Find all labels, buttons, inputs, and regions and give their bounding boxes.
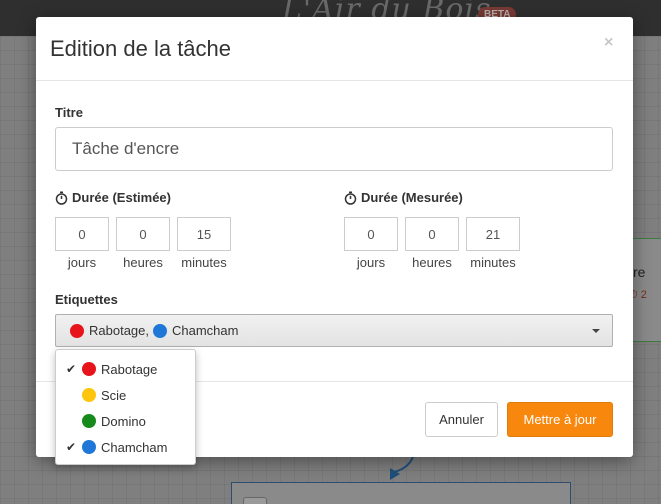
measured-days-input[interactable] <box>344 217 398 251</box>
background-card-title: re <box>633 264 646 280</box>
measured-duration-text: Durée (Mesurée) <box>361 190 463 205</box>
close-button[interactable]: × <box>604 34 613 52</box>
measured-hours-unit: heures <box>412 255 452 270</box>
title-label: Titre <box>55 105 83 120</box>
stopwatch-icon <box>344 191 357 205</box>
measured-duration-label: Durée (Mesurée) <box>344 190 463 205</box>
estimated-minutes-unit: minutes <box>181 255 227 270</box>
title-input[interactable] <box>55 127 613 171</box>
tag-option-chamcham[interactable]: ✔ Chamcham <box>56 434 195 460</box>
tag-color-dot <box>82 362 96 376</box>
selected-tag-label: Rabotage, <box>89 323 149 338</box>
tag-color-dot <box>82 440 96 454</box>
measured-minutes-unit: minutes <box>470 255 516 270</box>
tag-color-dot <box>153 323 167 338</box>
tag-option-scie[interactable]: Scie <box>56 382 195 408</box>
tag-option-label: Rabotage <box>101 361 158 377</box>
tag-option-label: Domino <box>101 413 146 429</box>
estimated-days-input[interactable] <box>55 217 109 251</box>
estimated-days-unit: jours <box>67 255 97 270</box>
check-icon: ✔ <box>66 362 77 376</box>
check-icon: ✔ <box>66 440 77 454</box>
tag-option-label: Chamcham <box>101 439 168 455</box>
estimated-duration-label: Durée (Estimée) <box>55 190 171 205</box>
measured-minutes-input[interactable] <box>466 217 520 251</box>
tag-option-domino[interactable]: Domino <box>56 408 195 434</box>
selected-tag: Rabotage, <box>70 323 149 338</box>
measured-days-unit: jours <box>356 255 386 270</box>
measured-hours-input[interactable] <box>405 217 459 251</box>
stopwatch-icon <box>55 191 68 205</box>
tag-color-dot <box>82 414 96 428</box>
estimated-duration-text: Durée (Estimée) <box>72 190 171 205</box>
modal-title: Edition de la tâche <box>50 36 232 61</box>
selected-tag-label: Chamcham <box>172 323 239 338</box>
update-button[interactable]: Mettre à jour <box>507 402 613 437</box>
tag-option-label: Scie <box>101 387 127 403</box>
background-task-card-bottom <box>231 482 571 504</box>
tag-color-dot <box>82 388 96 402</box>
modal-header: Edition de la tâche × <box>36 17 633 81</box>
cancel-button[interactable]: Annuler <box>425 402 498 437</box>
tags-dropdown: ✔ Rabotage Scie Domino ✔ Chamcham <box>55 349 196 465</box>
chevron-down-icon <box>592 329 600 333</box>
selected-tag: Chamcham <box>153 323 238 338</box>
estimated-hours-unit: heures <box>123 255 163 270</box>
tags-label: Etiquettes <box>55 292 118 307</box>
tags-select[interactable]: Rabotage, Chamcham <box>55 314 613 347</box>
estimated-hours-input[interactable] <box>116 217 170 251</box>
tag-color-dot <box>70 323 84 338</box>
background-checkbox <box>243 497 267 504</box>
estimated-minutes-input[interactable] <box>177 217 231 251</box>
tag-option-rabotage[interactable]: ✔ Rabotage <box>56 356 195 382</box>
